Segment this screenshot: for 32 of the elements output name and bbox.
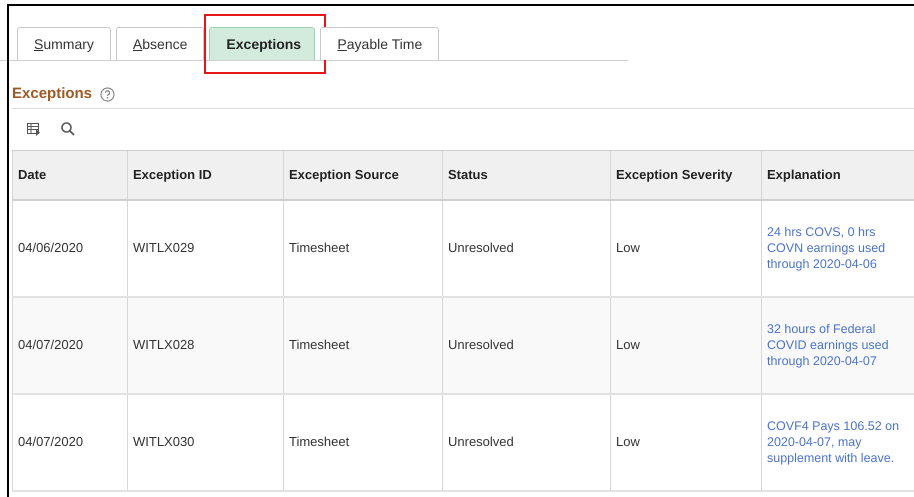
section-title: Exceptions — [12, 84, 92, 104]
column-header: Explanation — [767, 166, 841, 184]
table-cell-text: WITLX029 — [133, 239, 194, 258]
explanation-link[interactable]: 24 hrs COVS, 0 hrs COVN earnings used through 2020-04-06 — [767, 224, 903, 272]
column-header: Status — [448, 166, 488, 184]
column-header: Exception Severity — [616, 166, 732, 184]
column-header: Exception Source — [289, 166, 399, 184]
tab[interactable]: Summary — [17, 27, 111, 60]
tab[interactable]: Payable Time — [320, 27, 440, 60]
column-header: Date — [18, 166, 46, 184]
table-cell-text: WITLX030 — [133, 433, 194, 452]
grid-options-icon[interactable] — [27, 122, 41, 136]
table-cell-text: Unresolved — [448, 433, 514, 452]
table-cell-text: 04/07/2020 — [18, 433, 84, 452]
table-cell-text: Timesheet — [289, 239, 350, 258]
column-header: Exception ID — [133, 166, 212, 184]
table-cell-text: Low — [616, 239, 640, 258]
table-cell-text: Low — [616, 433, 640, 452]
table-cell-text: Unresolved — [448, 239, 514, 258]
table-cell-text: 04/06/2020 — [18, 239, 84, 258]
table-cell-text: Timesheet — [289, 433, 350, 452]
help-icon[interactable] — [100, 86, 116, 102]
explanation-link[interactable]: COVF4 Pays 106.52 on 2020-04-07, may supplement with leave. — [767, 418, 903, 466]
table-cell-text: Timesheet — [289, 336, 350, 354]
tab[interactable]: Exceptions — [209, 27, 316, 60]
table-cell-text: WITLX028 — [133, 336, 194, 354]
search-icon[interactable] — [61, 122, 75, 136]
table-cell-text: Unresolved — [448, 336, 514, 354]
table-cell-text: Low — [616, 336, 640, 354]
explanation-link[interactable]: 32 hours of Federal COVID earnings used through 2020-04-07 — [767, 321, 903, 369]
tab[interactable]: Absence — [116, 27, 204, 60]
table-cell-text: 04/07/2020 — [18, 336, 84, 354]
